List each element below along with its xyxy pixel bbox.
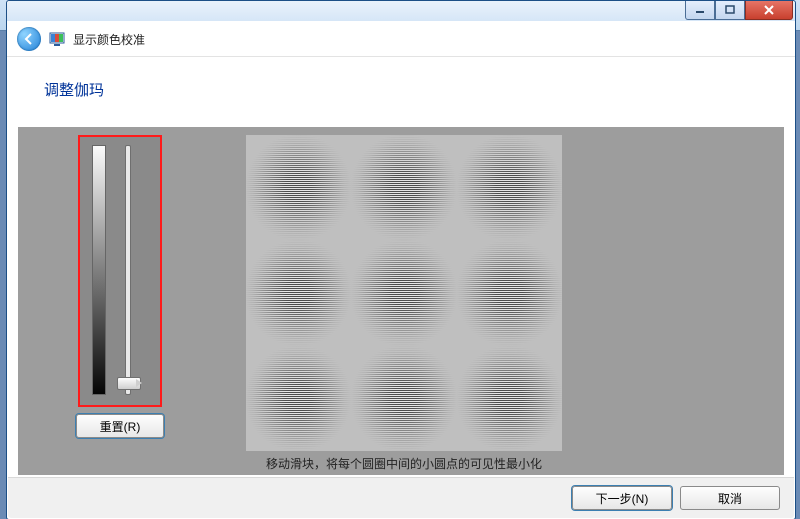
reset-button-label: 重置(R) — [100, 418, 141, 435]
gamma-preview-grid — [246, 135, 562, 451]
gradient-reference-bar — [92, 145, 106, 395]
gamma-cell — [351, 240, 456, 345]
footer-bar: 下一步(N) 取消 — [8, 477, 794, 518]
instruction-text: 移动滑块，将每个圆圈中间的小圆点的可见性最小化 — [246, 455, 562, 472]
close-button[interactable] — [745, 1, 793, 20]
minimize-button[interactable] — [685, 1, 715, 20]
close-icon — [763, 5, 775, 15]
gamma-cell — [457, 135, 562, 240]
cancel-button[interactable]: 取消 — [680, 486, 780, 510]
page-heading: 调整伽玛 — [18, 57, 784, 100]
maximize-button[interactable] — [715, 1, 745, 20]
header-bar: 显示颜色校准 — [7, 22, 795, 57]
gamma-slider-thumb[interactable] — [117, 377, 141, 390]
gamma-cell — [457, 240, 562, 345]
desktop: 显示颜色校准 调整伽玛 重置(R) — [0, 0, 800, 519]
gray-panel: 重置(R) 移动滑块，将每个圆圈中间的小圆点的可见性最小化 — [18, 127, 784, 475]
calibration-window: 显示颜色校准 调整伽玛 重置(R) — [6, 0, 796, 519]
gamma-slider-track[interactable] — [125, 145, 131, 395]
next-button-label: 下一步(N) — [596, 490, 649, 507]
back-arrow-icon — [21, 31, 37, 47]
maximize-icon — [725, 5, 735, 15]
minimize-icon — [695, 5, 705, 15]
back-button[interactable] — [17, 27, 41, 51]
gamma-cell — [457, 346, 562, 451]
app-title: 显示颜色校准 — [73, 31, 145, 48]
gamma-cell — [246, 346, 351, 451]
gamma-cell — [246, 135, 351, 240]
gamma-cell — [351, 346, 456, 451]
next-button[interactable]: 下一步(N) — [572, 486, 672, 510]
app-icon — [49, 31, 65, 47]
window-buttons — [685, 1, 793, 21]
content-area: 调整伽玛 重置(R) — [18, 57, 784, 475]
title-bar[interactable] — [7, 1, 795, 22]
cancel-button-label: 取消 — [718, 490, 742, 507]
gamma-cell — [246, 240, 351, 345]
gamma-slider-panel — [78, 135, 162, 407]
gamma-cell — [351, 135, 456, 240]
reset-button[interactable]: 重置(R) — [76, 414, 164, 438]
